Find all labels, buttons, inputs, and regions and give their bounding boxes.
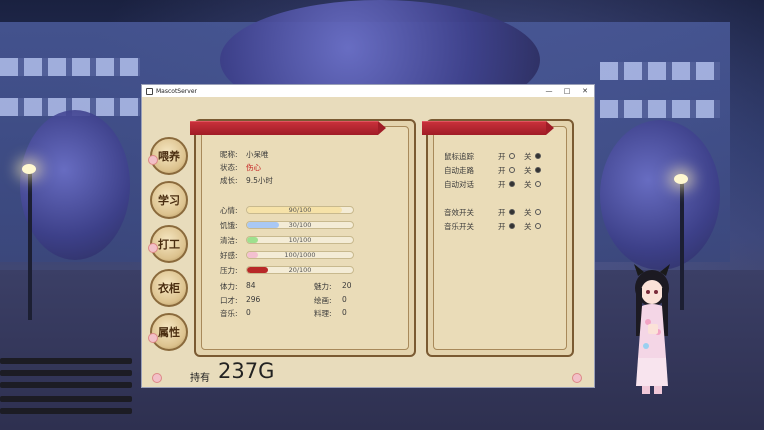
music-value: 0: [246, 308, 251, 317]
settings-ribbon: [422, 121, 546, 135]
meter-value: 100/1000: [284, 251, 316, 259]
flower-icon: [148, 333, 158, 343]
status-label: 状态:: [220, 163, 238, 172]
charm-label: 魅力:: [314, 282, 332, 291]
setting-label: 鼠标追踪: [444, 152, 474, 161]
flower-icon: [148, 243, 158, 253]
nav-study-button[interactable]: 学习: [150, 181, 188, 219]
music-label: 音乐:: [220, 309, 238, 318]
charm-value: 20: [342, 281, 352, 290]
meter-value: 10/100: [288, 236, 312, 244]
setting-off-label: 关: [524, 222, 532, 231]
name-value: 小呆唯: [246, 150, 269, 159]
lamp-light: [22, 164, 36, 174]
setting-off-radio[interactable]: [535, 181, 541, 187]
mascot-window: MascotServer — □ ✕ 喂养 学习 打工 衣柜 属性 昵称: 小呆…: [141, 84, 595, 388]
setting-off-label: 关: [524, 152, 532, 161]
setting-on-radio[interactable]: [509, 153, 515, 159]
background-tree: [600, 120, 720, 270]
nav-label: 属性: [158, 326, 180, 339]
flower-icon: [148, 155, 158, 165]
setting-on-radio[interactable]: [509, 223, 515, 229]
setting-on-label: 开: [498, 152, 506, 161]
setting-on-radio[interactable]: [509, 209, 515, 215]
ribbon-tail: [378, 121, 386, 135]
park-bench: [0, 356, 132, 430]
nav-label: 打工: [158, 238, 180, 251]
lamp-light: [674, 174, 688, 184]
ribbon-tail: [546, 121, 554, 135]
meter-bar: 30/100: [246, 221, 354, 229]
gold-value: 237G: [218, 359, 275, 383]
meter-value: 90/100: [288, 206, 312, 214]
minimize-button[interactable]: —: [540, 85, 558, 97]
window-title: MascotServer: [156, 87, 197, 95]
status-value: 伤心: [246, 163, 261, 172]
setting-on-radio[interactable]: [509, 167, 515, 173]
setting-label: 自动走路: [444, 166, 474, 175]
setting-on-label: 开: [498, 166, 506, 175]
eloquence-label: 口才:: [220, 296, 238, 305]
flower-icon: [572, 373, 582, 383]
meter-label: 好感:: [220, 251, 238, 260]
app-icon: [146, 87, 153, 95]
nav-label: 喂养: [158, 150, 180, 163]
cooking-value: 0: [342, 308, 347, 317]
stamina-value: 84: [246, 281, 256, 290]
setting-off-radio[interactable]: [535, 153, 541, 159]
growth-value: 9.5小时: [246, 176, 273, 185]
name-label: 昵称:: [220, 150, 238, 159]
background-windows: [0, 58, 140, 76]
growth-label: 成长:: [220, 176, 238, 185]
maximize-button[interactable]: □: [558, 85, 576, 97]
cooking-label: 料理:: [314, 309, 332, 318]
setting-label: 音乐开关: [444, 222, 474, 231]
background-tree: [20, 110, 130, 260]
flower-icon: [152, 373, 162, 383]
meter-bar: 10/100: [246, 236, 354, 244]
street-lamp: [680, 180, 684, 310]
setting-off-label: 关: [524, 208, 532, 217]
gold-label: 持有: [190, 373, 210, 384]
setting-off-label: 关: [524, 166, 532, 175]
setting-on-label: 开: [498, 180, 506, 189]
setting-label: 音效开关: [444, 208, 474, 217]
nav-label: 学习: [158, 194, 180, 207]
painting-value: 0: [342, 295, 347, 304]
setting-off-radio[interactable]: [535, 223, 541, 229]
meter-label: 饥饿:: [220, 221, 238, 230]
meter-value: 20/100: [288, 266, 312, 274]
setting-on-label: 开: [498, 208, 506, 217]
meter-label: 清洁:: [220, 236, 238, 245]
setting-on-radio[interactable]: [509, 181, 515, 187]
mascot-character[interactable]: [628, 262, 676, 398]
setting-off-radio[interactable]: [535, 209, 541, 215]
setting-off-radio[interactable]: [535, 167, 541, 173]
meter-label: 心情:: [220, 206, 238, 215]
background-windows: [600, 62, 720, 80]
setting-label: 自动对话: [444, 180, 474, 189]
setting-off-label: 关: [524, 180, 532, 189]
street-lamp: [28, 170, 32, 320]
meter-bar: 90/100: [246, 206, 354, 214]
setting-on-label: 开: [498, 222, 506, 231]
meter-bar: 20/100: [246, 266, 354, 274]
nav-label: 衣柜: [158, 282, 180, 295]
nav-attributes-button[interactable]: 属性: [150, 313, 188, 351]
stamina-label: 体力:: [220, 282, 238, 291]
background-windows: [600, 100, 720, 118]
titlebar: MascotServer — □ ✕: [142, 85, 594, 97]
main-content: 喂养 学习 打工 衣柜 属性 昵称: 小呆唯 状态: 伤心 成长: 9.5小时 …: [142, 97, 594, 387]
eloquence-value: 296: [246, 295, 261, 304]
nav-wardrobe-button[interactable]: 衣柜: [150, 269, 188, 307]
meter-bar: 100/1000: [246, 251, 354, 259]
close-button[interactable]: ✕: [576, 85, 594, 97]
painting-label: 绘画:: [314, 296, 332, 305]
status-ribbon: [190, 121, 378, 135]
meter-label: 压力:: [220, 266, 238, 275]
meter-value: 30/100: [288, 221, 312, 229]
